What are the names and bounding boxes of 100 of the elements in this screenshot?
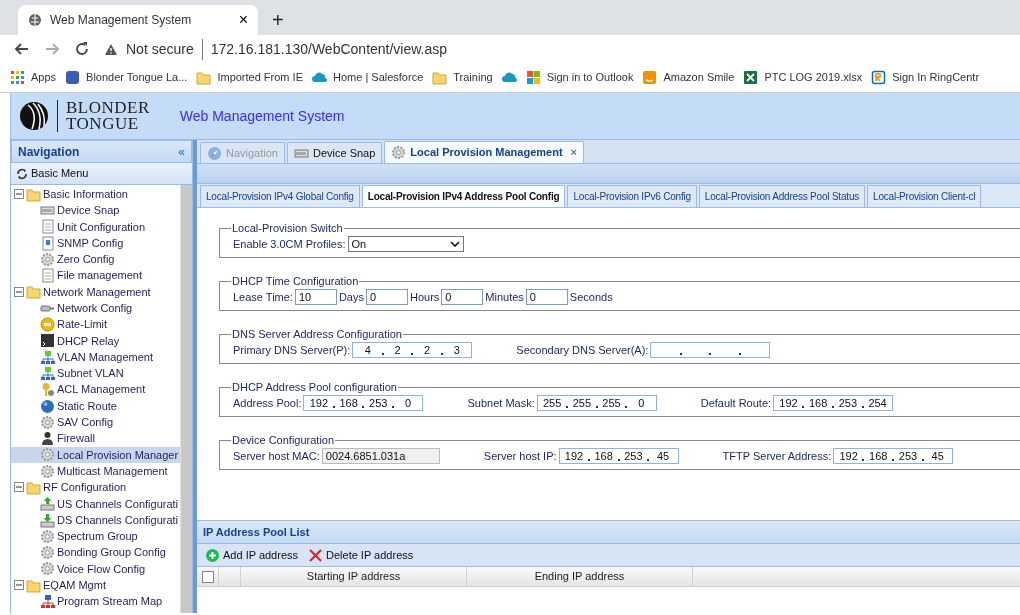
tree-item[interactable]: Device Snap bbox=[11, 202, 180, 219]
bookmark[interactable]: Home | Salesforce bbox=[312, 69, 424, 86]
phone-app-icon bbox=[871, 70, 887, 85]
input-field[interactable]: 10 bbox=[294, 289, 337, 305]
ip-field[interactable]: 192 168 253 45 bbox=[558, 448, 679, 464]
tree-group[interactable]: EQAM Mgmt bbox=[43, 577, 106, 594]
browser-tab[interactable]: Web Management System × bbox=[18, 5, 258, 35]
speed-icon bbox=[40, 317, 55, 332]
tree-item[interactable]: Firewall bbox=[11, 430, 180, 447]
ip-field[interactable]: 192 168 253 0 bbox=[303, 395, 424, 411]
apps-icon bbox=[10, 70, 25, 85]
cloud-icon[interactable] bbox=[501, 70, 517, 85]
bookmark[interactable]: Amazon Smile bbox=[642, 69, 735, 86]
checkbox[interactable] bbox=[201, 570, 214, 583]
ip-field[interactable]: 255 255 255 0 bbox=[536, 395, 657, 411]
url-text[interactable]: 172.16.181.130/WebContent/view.asp bbox=[210, 38, 448, 60]
tab-close-button[interactable]: × bbox=[238, 12, 248, 28]
tree-item[interactable]: Program Stream Map bbox=[11, 593, 180, 610]
tree-item[interactable]: Rate-Limit bbox=[11, 316, 180, 333]
delete-icon bbox=[308, 547, 323, 563]
bookmark[interactable]: Sign In RingCentr bbox=[871, 69, 980, 86]
collapse-icon[interactable] bbox=[14, 286, 24, 297]
ip-field[interactable] bbox=[650, 342, 771, 358]
tree-item[interactable]: VLAN Management bbox=[11, 348, 180, 366]
tree-item[interactable]: Subnet VLAN bbox=[11, 365, 180, 382]
spreadsheet-icon bbox=[743, 70, 759, 85]
tree-item[interactable]: Bonding Group Config bbox=[11, 544, 180, 561]
tree-item[interactable]: Local Provision Manager bbox=[11, 446, 180, 464]
close-icon[interactable]: × bbox=[570, 144, 577, 161]
folder-icon bbox=[432, 70, 448, 85]
section-legend: Device Configuration bbox=[231, 434, 336, 447]
network-icon bbox=[40, 594, 55, 610]
tab[interactable]: Device Snap bbox=[287, 142, 383, 163]
tab[interactable]: Local-Provision Address Pool Status bbox=[698, 185, 866, 207]
tree-item[interactable]: Voice Flow Config bbox=[11, 560, 180, 578]
collapse-icon[interactable] bbox=[14, 482, 24, 493]
bookmark[interactable]: Sign in to Outlook bbox=[525, 69, 634, 86]
tree-group[interactable]: RF Configuration bbox=[43, 479, 127, 496]
tree-item[interactable]: SAV Config bbox=[11, 414, 180, 431]
menu-header[interactable]: Basic Menu bbox=[11, 163, 192, 185]
new-tab-button[interactable]: + bbox=[266, 9, 290, 31]
bookmark[interactable]: Imported From IE bbox=[196, 69, 303, 86]
tab[interactable]: Local-Provision Client-cl bbox=[867, 185, 982, 207]
collapse-icon[interactable] bbox=[14, 189, 24, 200]
gear-icon bbox=[40, 561, 55, 577]
column-header[interactable]: Ending IP address bbox=[467, 567, 693, 586]
ip-field[interactable]: 192 168 253 254 bbox=[773, 395, 894, 411]
toolbar-button[interactable]: Delete IP address bbox=[306, 546, 416, 564]
forward-icon[interactable] bbox=[44, 41, 60, 57]
field-label: Server host MAC: bbox=[233, 448, 320, 464]
bookmark[interactable]: Apps bbox=[10, 69, 57, 86]
person-icon bbox=[40, 431, 55, 447]
collapse-icon[interactable] bbox=[14, 580, 24, 591]
input-field[interactable]: 0 bbox=[525, 289, 568, 305]
field-label: Subnet Mask: bbox=[467, 395, 535, 411]
tree-item[interactable]: DHCP Relay bbox=[11, 332, 180, 349]
collapse-button[interactable]: « bbox=[178, 142, 185, 161]
tab[interactable]: Local-Provision IPv4 Address Pool Config bbox=[361, 185, 566, 207]
input-field[interactable]: 0 bbox=[366, 289, 408, 305]
tree-item[interactable]: Network Config bbox=[11, 300, 180, 317]
square-icon bbox=[65, 70, 81, 85]
tab: Navigation bbox=[200, 142, 285, 163]
tab[interactable]: Local-Provision IPv4 Global Config bbox=[200, 185, 360, 207]
tree-item[interactable]: DS Channels Configurati bbox=[11, 511, 180, 529]
ip-field[interactable]: 4 2 2 3 bbox=[352, 342, 473, 358]
panel-title: IP Address Pool List bbox=[197, 521, 1020, 544]
tree-group[interactable]: Network Management bbox=[43, 283, 151, 301]
folder-icon bbox=[26, 577, 41, 593]
tree-item[interactable]: US Channels Configurati bbox=[11, 495, 180, 512]
dropdown[interactable]: On bbox=[347, 236, 464, 252]
field-label: Address Pool: bbox=[233, 395, 302, 411]
reload-icon[interactable] bbox=[74, 41, 90, 57]
tree-item[interactable]: Zero Config bbox=[11, 251, 180, 268]
tab[interactable]: Local-Provision IPv6 Config bbox=[567, 185, 697, 207]
bookmark[interactable]: Blonder Tongue La... bbox=[65, 69, 188, 86]
tree-item[interactable]: Unit Configuration bbox=[11, 218, 180, 235]
field-label: Server host IP: bbox=[483, 448, 557, 464]
tree-item[interactable]: Spectrum Group bbox=[11, 528, 180, 545]
tab[interactable]: Local Provision Management × bbox=[384, 141, 584, 163]
tree-item[interactable]: ACL Management bbox=[11, 381, 180, 398]
tree-group[interactable]: Basic Information bbox=[43, 185, 128, 203]
field-label: Secondary DNS Server(A): bbox=[516, 342, 649, 358]
ip-field[interactable]: 192 168 253 45 bbox=[833, 448, 954, 464]
folder-icon bbox=[26, 186, 41, 202]
tab-title: Web Management System bbox=[50, 12, 193, 29]
section-legend: DHCP Time Configuration bbox=[231, 275, 360, 288]
bookmark[interactable]: PTC LOG 2019.xlsx bbox=[743, 69, 863, 86]
logo-icon bbox=[19, 101, 49, 131]
document-icon bbox=[40, 235, 55, 251]
bookmark[interactable]: Training bbox=[432, 69, 493, 86]
tree-item[interactable]: Static Route bbox=[11, 397, 180, 415]
column-header[interactable]: Starting IP address bbox=[241, 567, 467, 586]
input-field[interactable]: 0 bbox=[441, 289, 484, 305]
toolbar-button[interactable]: Add IP address bbox=[203, 546, 300, 564]
page-icon bbox=[40, 268, 55, 284]
tree-item[interactable]: Multicast Management bbox=[11, 463, 180, 480]
tree-item[interactable]: SNMP Config bbox=[11, 234, 180, 252]
scrollbar[interactable] bbox=[180, 185, 192, 613]
back-icon[interactable] bbox=[14, 41, 30, 57]
tree-item[interactable]: File management bbox=[11, 267, 180, 284]
